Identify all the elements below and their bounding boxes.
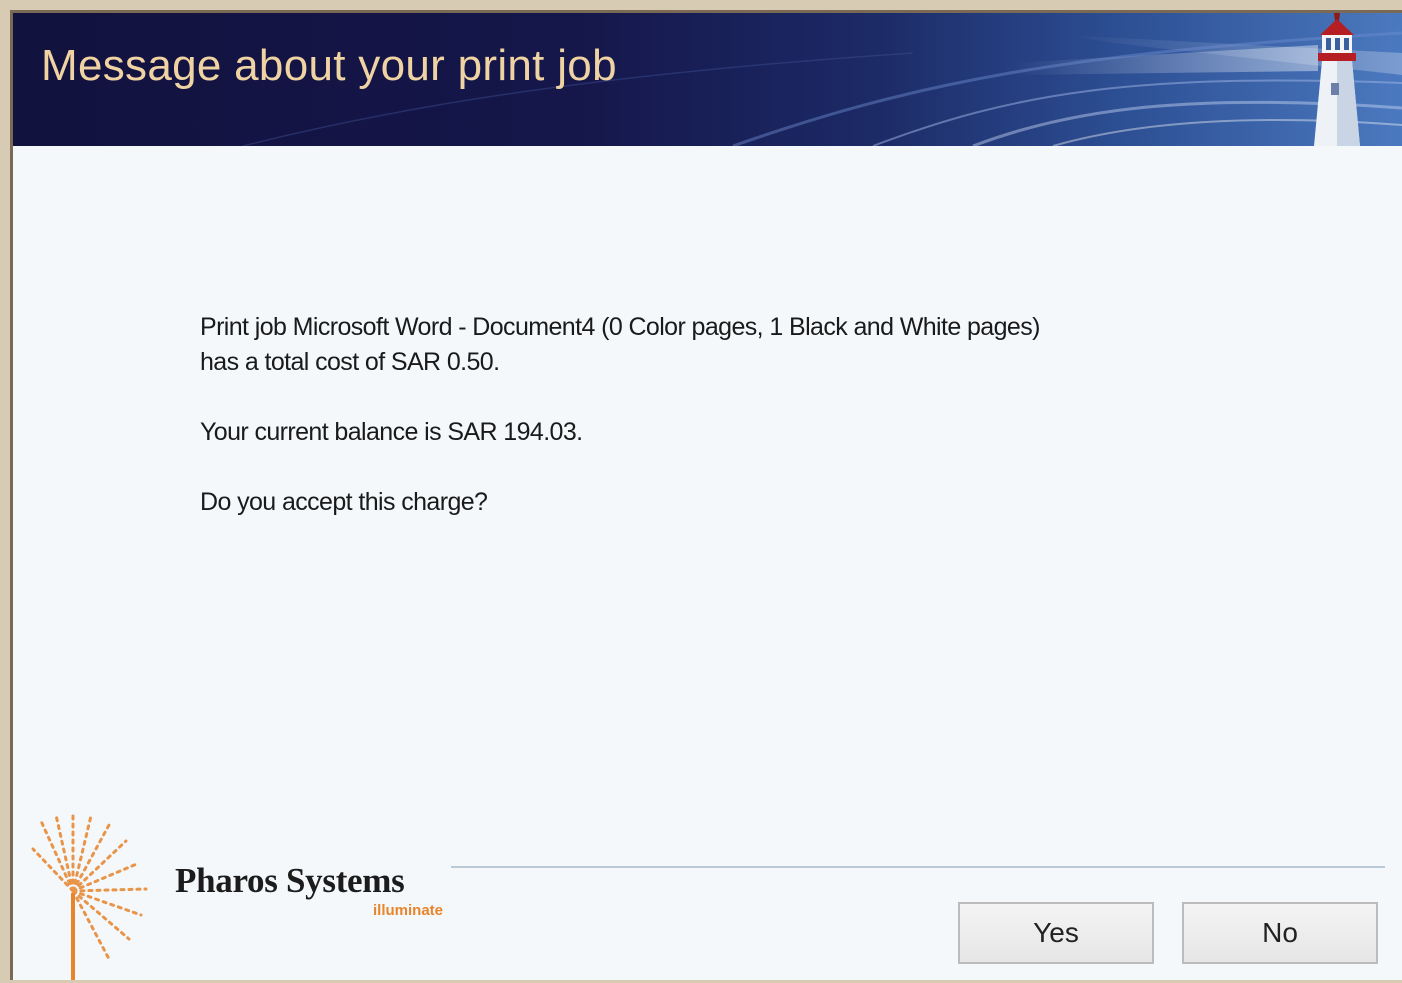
no-button[interactable]: No	[1182, 902, 1378, 964]
footer-divider	[451, 866, 1385, 868]
dialog-header-banner: Message about your print job	[13, 13, 1402, 146]
confirm-question: Do you accept this charge?	[200, 488, 488, 516]
lighthouse-icon	[1314, 13, 1360, 146]
dialog-title: Message about your print job	[41, 41, 617, 90]
vendor-logo-name: Pharos Systems	[175, 861, 405, 900]
print-job-dialog: Message about your print job Print job M…	[10, 10, 1402, 980]
message-body: Print job Microsoft Word - Document4 (0 …	[200, 310, 1040, 555]
message-line-2: has a total cost of SAR 0.50.	[200, 348, 500, 376]
window-frame: Message about your print job Print job M…	[0, 0, 1402, 983]
yes-button[interactable]: Yes	[958, 902, 1154, 964]
balance-text: Your current balance is SAR 194.03.	[200, 418, 583, 446]
message-line-1: Print job Microsoft Word - Document4 (0 …	[200, 313, 1040, 341]
pharos-burst-logo-icon	[31, 811, 148, 980]
vendor-logo-tagline: illuminate	[373, 902, 444, 919]
